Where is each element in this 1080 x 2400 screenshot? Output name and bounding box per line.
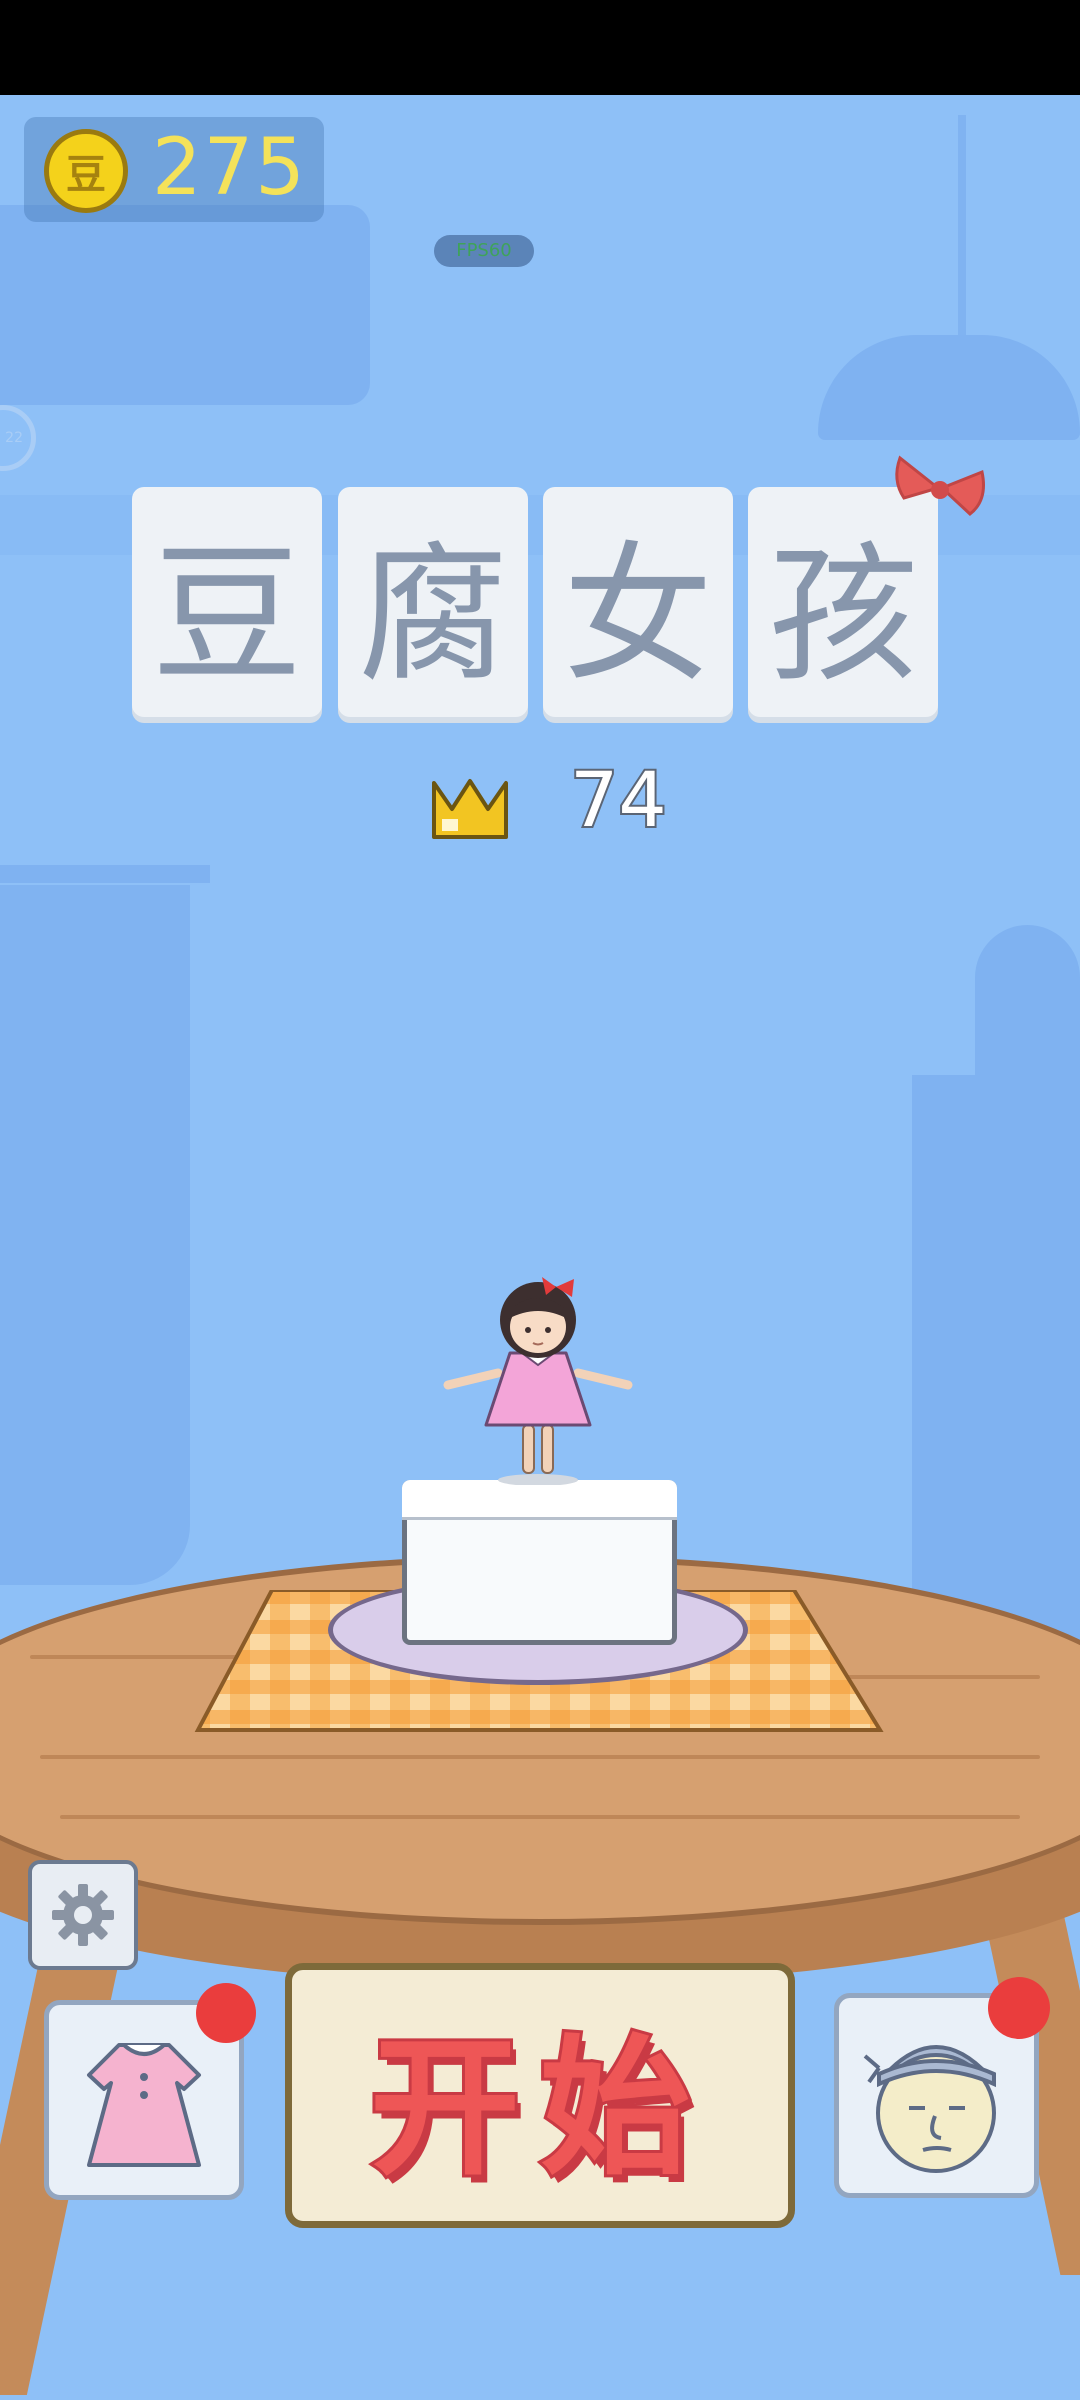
- tofu-girl-character: [443, 1277, 633, 1485]
- title-tile-1: 豆: [132, 487, 322, 717]
- title-char-2: 腐: [357, 528, 508, 703]
- fps-badge: FPS60: [434, 235, 534, 267]
- lamp-cord: [958, 115, 966, 335]
- coin-icon-char: 豆: [66, 152, 106, 198]
- crown-icon: [432, 779, 508, 839]
- bookcase-silhouette: [912, 1075, 1080, 1655]
- side-indicator[interactable]: 22: [0, 405, 36, 471]
- start-button-label: 开始: [367, 2019, 710, 2199]
- title-char-1: 豆: [151, 528, 302, 703]
- title-tile-2: 腐: [338, 487, 528, 717]
- gear-icon: [52, 1884, 114, 1946]
- start-button[interactable]: 开始: [285, 1963, 795, 2228]
- wood-grain: [60, 1815, 1020, 1819]
- wood-grain: [40, 1755, 1040, 1759]
- coin-count: 275: [152, 123, 307, 213]
- game-scene: 豆 275 FPS60 22 豆 腐 女 孩 74 开始: [0, 95, 1080, 2400]
- outfit-notification-dot: [196, 1983, 256, 2043]
- title-char-3: 女: [562, 528, 713, 703]
- best-score: 74: [568, 753, 669, 846]
- curtain-rod-silhouette: [0, 865, 210, 883]
- side-indicator-label: 22: [5, 430, 23, 446]
- coin-icon: 豆: [44, 129, 128, 213]
- bow-icon: [895, 455, 985, 516]
- lamp-silhouette: [818, 335, 1080, 440]
- wall-cabinet-silhouette: [0, 205, 370, 405]
- settings-button[interactable]: [28, 1860, 138, 1970]
- bookcase-vase-silhouette: [975, 925, 1080, 1095]
- tofu-top: [402, 1480, 677, 1520]
- boss-notification-dot: [988, 1977, 1050, 2039]
- status-bar: [0, 0, 1080, 95]
- curtain-silhouette: [0, 885, 190, 1585]
- title-tile-3: 女: [543, 487, 733, 717]
